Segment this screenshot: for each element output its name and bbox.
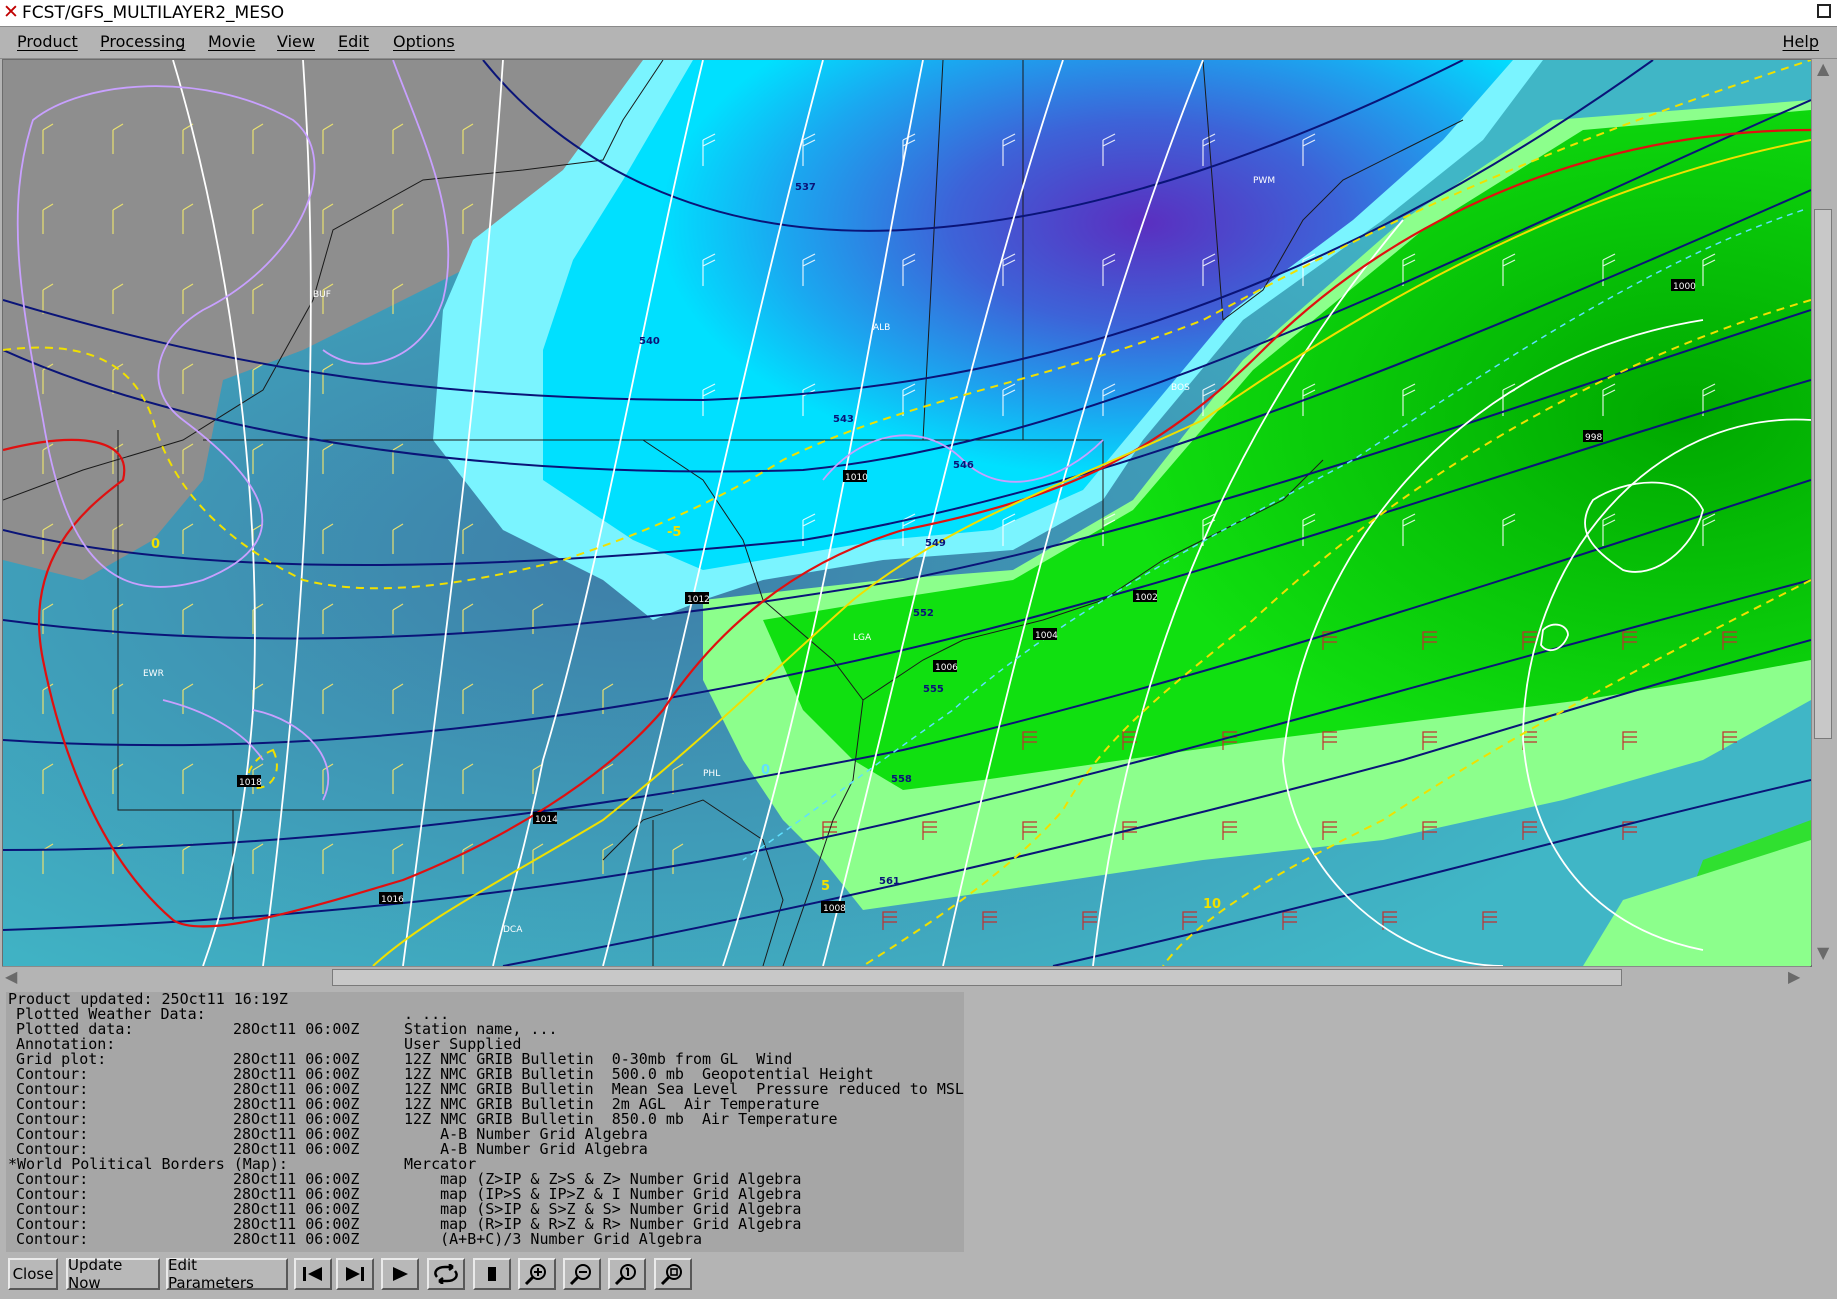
- scroll-right-icon[interactable]: ▶: [1788, 969, 1800, 985]
- zoom-fit-button[interactable]: [654, 1258, 692, 1290]
- app-x-icon[interactable]: ✕: [3, 1, 19, 23]
- scroll-down-icon[interactable]: ▼: [1817, 945, 1829, 961]
- station-label: DCA: [503, 925, 523, 935]
- zoom-out-button[interactable]: [563, 1258, 601, 1290]
- maximize-button[interactable]: [1817, 4, 1831, 18]
- next-frame-icon: [346, 1267, 364, 1281]
- map-view[interactable]: BUF ALB PWM BOS LGA PHL DCA EWR 537 540 …: [2, 59, 1812, 967]
- edit-parameters-button[interactable]: Edit Parameters: [166, 1256, 288, 1292]
- bottom-toolbar: Close Update Now Edit Parameters: [0, 1254, 1837, 1299]
- station-label: PWM: [1253, 176, 1275, 186]
- play-icon: [393, 1267, 408, 1281]
- pressure-label: 1012: [687, 595, 710, 605]
- menu-help[interactable]: Help: [1783, 32, 1819, 51]
- pressure-label: 1014: [535, 815, 558, 825]
- stop-button[interactable]: [473, 1258, 511, 1290]
- station-label: BOS: [1171, 383, 1190, 393]
- station-label: BUF: [313, 290, 331, 300]
- pressure-label: 1002: [1135, 593, 1158, 603]
- first-frame-button[interactable]: [294, 1258, 332, 1290]
- menu-options[interactable]: Options: [393, 32, 455, 51]
- pressure-label: 998: [1585, 433, 1602, 443]
- height-label: 555: [923, 684, 944, 695]
- first-frame-icon: [303, 1267, 322, 1281]
- station-label: EWR: [143, 669, 164, 679]
- pressure-label: 1010: [845, 473, 868, 483]
- temp-label-zero: 0: [761, 763, 770, 778]
- loop-button[interactable]: [427, 1258, 465, 1290]
- menu-bar: Product Processing Movie View Edit Optio…: [0, 27, 1837, 59]
- pressure-label: 1018: [239, 778, 262, 788]
- temp-label: 0: [151, 537, 160, 552]
- map-canvas[interactable]: BUF ALB PWM BOS LGA PHL DCA EWR 537 540 …: [3, 60, 1811, 966]
- zoom-fit-icon: [660, 1264, 682, 1286]
- height-label: 540: [639, 336, 660, 347]
- scroll-up-icon[interactable]: ▲: [1817, 61, 1829, 77]
- height-label: 546: [953, 460, 974, 471]
- pressure-label: 1004: [1035, 631, 1058, 641]
- product-info-panel: Product updated: 25Oct11 16:19Z Plotted …: [6, 992, 964, 1252]
- pressure-label: 1008: [823, 904, 846, 914]
- station-label: ALB: [873, 323, 890, 333]
- height-label: 549: [925, 538, 946, 549]
- map-vertical-scrollbar[interactable]: ▲ ▼: [1811, 59, 1836, 965]
- window-title: FCST/GFS_MULTILAYER2_MESO: [22, 3, 285, 23]
- menu-product[interactable]: Product: [17, 32, 78, 51]
- loop-icon: [434, 1264, 458, 1284]
- temp-label: -5: [667, 525, 681, 540]
- station-label: LGA: [853, 633, 872, 643]
- scroll-left-icon[interactable]: ◀: [5, 969, 17, 985]
- stop-icon: [488, 1267, 496, 1281]
- menu-edit[interactable]: Edit: [338, 32, 369, 51]
- title-bar: ✕ FCST/GFS_MULTILAYER2_MESO: [0, 0, 1837, 27]
- station-label: PHL: [703, 769, 720, 779]
- next-frame-button[interactable]: [336, 1258, 374, 1290]
- height-label: 537: [795, 182, 816, 193]
- height-label: 543: [833, 414, 854, 425]
- map-horizontal-scroll-thumb[interactable]: [332, 969, 1622, 986]
- height-label: 558: [891, 774, 912, 785]
- zoom-reset-button[interactable]: [608, 1258, 646, 1290]
- info-row: Contour: 28Oct11 06:00Z (A+B+C)/3 Number …: [16, 1230, 703, 1248]
- close-button[interactable]: Close: [8, 1258, 58, 1290]
- map-vertical-scroll-thumb[interactable]: [1814, 209, 1832, 739]
- temp-label: 5: [821, 879, 830, 894]
- menu-view[interactable]: View: [277, 32, 315, 51]
- pressure-label: 1006: [935, 663, 958, 673]
- temp-label: 10: [1203, 897, 1221, 912]
- play-button[interactable]: [381, 1258, 419, 1290]
- map-horizontal-scrollbar[interactable]: ◀ ▶: [2, 966, 1810, 989]
- menu-processing[interactable]: Processing: [100, 32, 185, 51]
- zoom-out-icon: [569, 1264, 591, 1286]
- height-label: 552: [913, 608, 934, 619]
- menu-movie[interactable]: Movie: [208, 32, 255, 51]
- zoom-reset-icon: [614, 1264, 636, 1286]
- pressure-label: 1000: [1673, 282, 1696, 292]
- zoom-in-button[interactable]: [518, 1258, 556, 1290]
- height-label: 561: [879, 876, 900, 887]
- update-now-button[interactable]: Update Now: [66, 1256, 160, 1292]
- zoom-in-icon: [524, 1264, 546, 1286]
- pressure-label: 1016: [381, 895, 404, 905]
